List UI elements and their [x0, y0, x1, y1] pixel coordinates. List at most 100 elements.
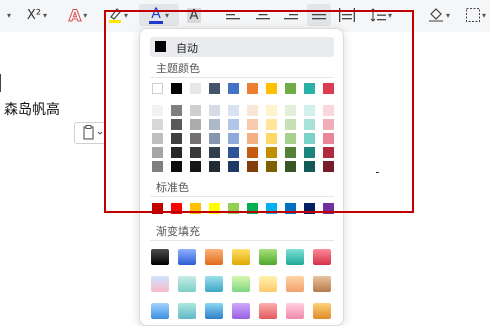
theme-tint-swatch[interactable] — [304, 161, 315, 172]
align-left-button[interactable] — [222, 4, 244, 26]
gradient-swatch[interactable] — [178, 303, 196, 319]
gradient-swatch[interactable] — [313, 276, 331, 292]
theme-tint-swatch[interactable] — [209, 161, 220, 172]
theme-tint-swatch[interactable] — [228, 105, 239, 116]
theme-tint-swatch[interactable] — [190, 105, 201, 116]
theme-tint-swatch[interactable] — [171, 105, 182, 116]
standard-color-swatch[interactable] — [171, 203, 182, 214]
theme-tint-swatch[interactable] — [171, 133, 182, 144]
theme-tint-swatch[interactable] — [171, 119, 182, 130]
highlight-color-button[interactable]: ▾ — [102, 4, 134, 26]
gradient-swatch[interactable] — [313, 303, 331, 319]
gradient-swatch[interactable] — [286, 303, 304, 319]
theme-tint-swatch[interactable] — [285, 133, 296, 144]
justify-button[interactable] — [307, 4, 331, 26]
theme-tint-swatch[interactable] — [171, 147, 182, 158]
gradient-swatch[interactable] — [205, 249, 223, 265]
theme-tint-swatch[interactable] — [190, 161, 201, 172]
theme-tint-swatch[interactable] — [171, 161, 182, 172]
standard-color-swatch[interactable] — [228, 203, 239, 214]
align-right-button[interactable] — [280, 4, 302, 26]
underline-dropdown[interactable]: ▾ — [0, 4, 16, 26]
theme-tint-swatch[interactable] — [209, 133, 220, 144]
theme-tint-swatch[interactable] — [266, 119, 277, 130]
theme-tint-swatch[interactable] — [152, 161, 163, 172]
theme-tint-swatch[interactable] — [209, 147, 220, 158]
theme-color-swatch[interactable] — [266, 83, 277, 94]
theme-tint-swatch[interactable] — [228, 119, 239, 130]
standard-color-swatch[interactable] — [247, 203, 258, 214]
theme-tint-swatch[interactable] — [266, 161, 277, 172]
theme-tint-swatch[interactable] — [304, 119, 315, 130]
theme-tint-swatch[interactable] — [228, 147, 239, 158]
theme-tint-swatch[interactable] — [190, 147, 201, 158]
theme-tint-swatch[interactable] — [190, 133, 201, 144]
automatic-color-option[interactable]: 自动 — [150, 37, 334, 57]
theme-tint-swatch[interactable] — [152, 147, 163, 158]
theme-tint-swatch[interactable] — [304, 133, 315, 144]
theme-color-swatch[interactable] — [171, 83, 182, 94]
text-effect-button[interactable]: A ▾ — [62, 4, 94, 26]
standard-color-swatch[interactable] — [152, 203, 163, 214]
gradient-swatch[interactable] — [232, 303, 250, 319]
theme-tint-swatch[interactable] — [323, 147, 334, 158]
theme-color-swatch[interactable] — [228, 83, 239, 94]
theme-tint-swatch[interactable] — [209, 105, 220, 116]
standard-color-swatch[interactable] — [285, 203, 296, 214]
theme-color-swatch[interactable] — [247, 83, 258, 94]
gradient-swatch[interactable] — [259, 249, 277, 265]
theme-color-swatch[interactable] — [285, 83, 296, 94]
theme-color-swatch[interactable] — [304, 83, 315, 94]
theme-tint-swatch[interactable] — [323, 133, 334, 144]
character-shading-button[interactable]: A — [185, 4, 203, 26]
theme-tint-swatch[interactable] — [323, 161, 334, 172]
theme-tint-swatch[interactable] — [247, 105, 258, 116]
theme-color-swatch[interactable] — [209, 83, 220, 94]
line-spacing-button[interactable]: ▾ — [366, 4, 396, 26]
borders-button[interactable]: ▾ — [462, 4, 490, 26]
theme-tint-swatch[interactable] — [304, 147, 315, 158]
gradient-swatch[interactable] — [259, 276, 277, 292]
theme-tint-swatch[interactable] — [247, 133, 258, 144]
theme-tint-swatch[interactable] — [190, 119, 201, 130]
shading-button[interactable]: ▾ — [424, 4, 454, 26]
gradient-swatch[interactable] — [178, 249, 196, 265]
gradient-swatch[interactable] — [151, 276, 169, 292]
theme-tint-swatch[interactable] — [152, 105, 163, 116]
theme-tint-swatch[interactable] — [228, 133, 239, 144]
standard-color-swatch[interactable] — [266, 203, 277, 214]
gradient-swatch[interactable] — [286, 276, 304, 292]
font-color-button[interactable]: A ▾ — [139, 4, 179, 26]
theme-color-swatch[interactable] — [152, 83, 163, 94]
gradient-swatch[interactable] — [232, 276, 250, 292]
superscript-button[interactable]: X² ▾ — [24, 4, 50, 26]
theme-tint-swatch[interactable] — [323, 119, 334, 130]
theme-tint-swatch[interactable] — [285, 105, 296, 116]
theme-tint-swatch[interactable] — [285, 119, 296, 130]
gradient-swatch[interactable] — [259, 303, 277, 319]
theme-tint-swatch[interactable] — [152, 133, 163, 144]
theme-tint-swatch[interactable] — [247, 147, 258, 158]
theme-tint-swatch[interactable] — [266, 133, 277, 144]
standard-color-swatch[interactable] — [209, 203, 220, 214]
theme-tint-swatch[interactable] — [266, 147, 277, 158]
gradient-swatch[interactable] — [313, 249, 331, 265]
theme-tint-swatch[interactable] — [247, 119, 258, 130]
gradient-swatch[interactable] — [232, 249, 250, 265]
align-center-button[interactable] — [252, 4, 274, 26]
standard-color-swatch[interactable] — [190, 203, 201, 214]
gradient-swatch[interactable] — [178, 276, 196, 292]
theme-tint-swatch[interactable] — [152, 119, 163, 130]
theme-tint-swatch[interactable] — [285, 161, 296, 172]
theme-tint-swatch[interactable] — [266, 105, 277, 116]
gradient-swatch[interactable] — [286, 249, 304, 265]
gradient-swatch[interactable] — [151, 249, 169, 265]
standard-color-swatch[interactable] — [323, 203, 334, 214]
theme-tint-swatch[interactable] — [209, 119, 220, 130]
gradient-swatch[interactable] — [205, 303, 223, 319]
theme-color-swatch[interactable] — [323, 83, 334, 94]
theme-tint-swatch[interactable] — [323, 105, 334, 116]
theme-tint-swatch[interactable] — [228, 161, 239, 172]
gradient-swatch[interactable] — [151, 303, 169, 319]
standard-color-swatch[interactable] — [304, 203, 315, 214]
